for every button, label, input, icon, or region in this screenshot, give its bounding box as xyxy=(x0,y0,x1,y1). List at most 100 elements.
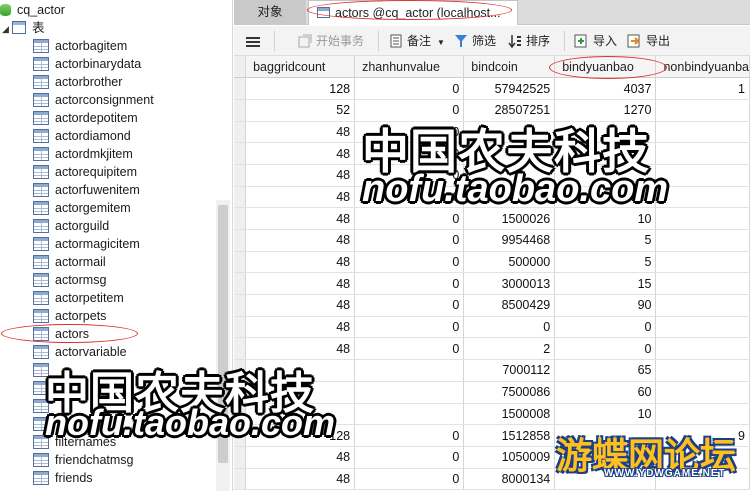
row-gutter[interactable] xyxy=(234,77,247,100)
memo-button[interactable]: 备注 ▼ xyxy=(390,32,445,50)
row-gutter[interactable] xyxy=(234,99,247,122)
table-cell[interactable] xyxy=(655,381,750,404)
table-cell[interactable]: 0 xyxy=(354,272,465,296)
table-cell[interactable]: 48 xyxy=(245,272,356,296)
table-cell[interactable]: 15 xyxy=(554,272,657,296)
table-cell[interactable]: 9954468 xyxy=(463,229,556,252)
row-gutter[interactable] xyxy=(234,446,247,469)
table-cell[interactable]: 0 xyxy=(354,446,465,469)
table-cell[interactable] xyxy=(655,294,750,317)
table-cell[interactable]: 0 xyxy=(354,316,465,339)
table-cell[interactable]: 48 xyxy=(245,142,356,165)
table-cell[interactable]: 60 xyxy=(554,381,657,404)
row-gutter[interactable] xyxy=(234,164,247,187)
row-gutter[interactable] xyxy=(234,294,247,317)
table-cell[interactable] xyxy=(655,337,750,361)
table-cell[interactable] xyxy=(655,403,750,426)
row-gutter[interactable] xyxy=(234,468,247,491)
tree-table-item[interactable]: friends xyxy=(33,469,93,487)
row-gutter[interactable] xyxy=(234,121,247,144)
tree-table-item[interactable]: actordmkjitem xyxy=(33,145,133,163)
table-cell[interactable]: 48 xyxy=(245,229,356,252)
table-cell[interactable]: 1 xyxy=(655,77,750,100)
table-cell[interactable]: 48 xyxy=(245,164,356,187)
table-cell[interactable] xyxy=(655,186,750,209)
row-gutter[interactable] xyxy=(234,316,247,339)
column-header[interactable]: nonbindyuanba xyxy=(655,56,750,79)
table-cell[interactable]: 1512858 xyxy=(463,424,556,447)
expand-caret-icon[interactable]: ◢ xyxy=(2,20,12,38)
table-cell[interactable]: 500000 xyxy=(463,251,556,274)
import-button[interactable]: 导入 xyxy=(574,32,617,50)
tree-table-item[interactable]: actorguild xyxy=(33,217,109,235)
tree-table-item[interactable]: actormsg xyxy=(33,271,106,289)
table-cell[interactable]: 4037 xyxy=(554,77,657,100)
table-cell[interactable]: 48 xyxy=(245,251,356,274)
menu-button[interactable] xyxy=(246,32,264,50)
table-cell[interactable]: 3000013 xyxy=(463,272,556,296)
table-cell[interactable]: 5 xyxy=(554,251,657,274)
table-cell[interactable]: 0 xyxy=(354,468,465,491)
tree-table-item[interactable]: actordiamond xyxy=(33,127,131,145)
tree-table-item[interactable]: actordepotitem xyxy=(33,109,138,127)
row-gutter[interactable] xyxy=(234,207,247,230)
filter-button[interactable]: 筛选 xyxy=(454,32,496,50)
table-cell[interactable]: 8000134 xyxy=(463,468,556,491)
tree-table-item[interactable]: actorequipitem xyxy=(33,163,137,181)
table-cell[interactable]: 0 xyxy=(354,77,465,100)
table-cell[interactable]: 57942525 xyxy=(463,77,556,100)
table-cell[interactable] xyxy=(655,121,750,144)
table-row[interactable]: 48 0 3000013 15 xyxy=(234,272,750,296)
begin-transaction-button[interactable]: 开始事务 xyxy=(298,32,364,50)
table-cell[interactable]: 10 xyxy=(554,207,657,230)
tree-table-item[interactable]: actormail xyxy=(33,253,106,271)
table-cell[interactable]: 48 xyxy=(245,186,356,209)
tree-database-node[interactable]: cq_actor xyxy=(0,1,65,19)
table-cell[interactable]: 0 xyxy=(354,337,465,361)
table-row[interactable]: 48 0 9954468 5 xyxy=(234,229,750,252)
table-cell[interactable]: 5 xyxy=(554,229,657,252)
table-cell[interactable]: 8500429 xyxy=(463,294,556,317)
table-cell[interactable]: 48 xyxy=(245,316,356,339)
table-cell[interactable]: 48 xyxy=(245,121,356,144)
table-cell[interactable]: 65 xyxy=(554,359,657,382)
tree-tables-folder[interactable]: ◢ 表 xyxy=(2,19,45,37)
table-cell[interactable] xyxy=(655,251,750,274)
table-cell[interactable]: 48 xyxy=(245,446,356,469)
table-cell[interactable]: 48 xyxy=(245,207,356,230)
row-gutter[interactable] xyxy=(234,251,247,274)
table-row[interactable]: 48 0 0 0 xyxy=(234,316,750,339)
table-cell[interactable] xyxy=(655,207,750,230)
column-header[interactable]: baggridcount xyxy=(245,56,356,79)
table-cell[interactable]: 0 xyxy=(554,337,657,361)
tree-table-item[interactable]: actorgemitem xyxy=(33,199,131,217)
table-cell[interactable] xyxy=(354,403,465,426)
table-cell[interactable] xyxy=(655,164,750,187)
table-cell[interactable]: 48 xyxy=(245,468,356,491)
table-cell[interactable]: 0 xyxy=(354,251,465,274)
tree-table-item[interactable]: actorbrother xyxy=(33,73,122,91)
tree-table-item[interactable]: actorconsignment xyxy=(33,91,154,109)
table-cell[interactable] xyxy=(655,99,750,122)
tree-table-item[interactable]: actorbinarydata xyxy=(33,55,141,73)
sort-button[interactable]: 排序 xyxy=(508,32,550,50)
table-cell[interactable] xyxy=(655,142,750,165)
tab-objects[interactable]: 对象 xyxy=(234,0,306,25)
table-cell[interactable]: 0 xyxy=(354,207,465,230)
tree-table-item[interactable]: actormagicitem xyxy=(33,235,140,253)
table-cell[interactable]: 0 xyxy=(354,424,465,447)
table-cell[interactable]: 0 xyxy=(463,316,556,339)
table-cell[interactable]: 90 xyxy=(554,294,657,317)
table-cell[interactable]: 0 xyxy=(554,316,657,339)
tree-table-item[interactable]: actorfuwenitem xyxy=(33,181,140,199)
table-cell[interactable]: 2 xyxy=(463,337,556,361)
table-row[interactable]: 48 0 1500026 10 xyxy=(234,207,750,230)
chevron-down-icon[interactable]: ▼ xyxy=(437,38,445,47)
table-cell[interactable]: 7000112 xyxy=(463,359,556,382)
table-cell[interactable]: 10 xyxy=(554,403,657,426)
table-cell[interactable] xyxy=(655,316,750,339)
tree-table-item[interactable]: friendchatmsg xyxy=(33,451,134,469)
table-row[interactable]: 48 0 500000 5 xyxy=(234,251,750,274)
table-cell[interactable]: 128 xyxy=(245,77,356,100)
table-cell[interactable]: 48 xyxy=(245,294,356,317)
